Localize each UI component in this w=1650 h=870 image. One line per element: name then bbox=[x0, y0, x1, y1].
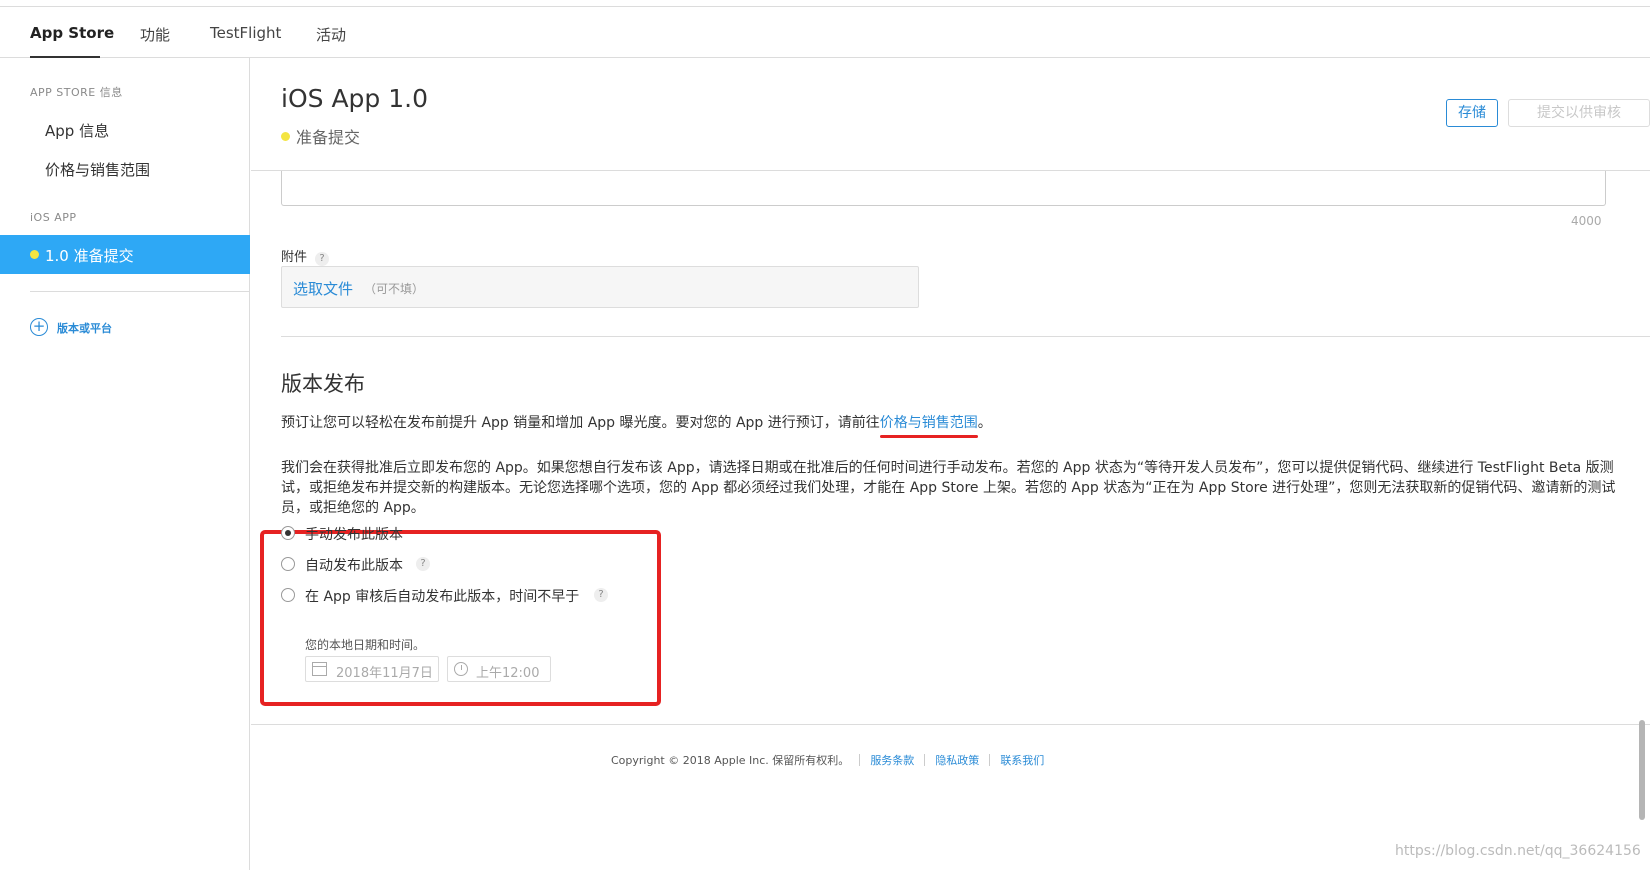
choose-file-button[interactable]: 选取文件 bbox=[293, 278, 353, 299]
scrollbar[interactable] bbox=[1639, 720, 1645, 820]
footer: Copyright © 2018 Apple Inc. 保留所有权利。 服务条款 隐… bbox=[611, 752, 1044, 768]
tab-activity[interactable]: 活动 bbox=[316, 24, 346, 45]
release-description: 我们会在获得批准后立即发布您的 App。如果您想自行发布该 App，请选择日期或… bbox=[281, 460, 1616, 516]
calendar-icon bbox=[312, 662, 327, 676]
local-time-note: 您的本地日期和时间。 bbox=[305, 638, 426, 652]
tab-features[interactable]: 功能 bbox=[140, 24, 170, 45]
attachment-label: 附件? bbox=[281, 246, 330, 266]
preorder-text: 预订让您可以轻松在发布前提升 App 销量和增加 App 曝光度。要对您的 Ap… bbox=[281, 412, 992, 432]
status-text: 准备提交 bbox=[296, 128, 361, 147]
preorder-text-before: 预订让您可以轻松在发布前提升 App 销量和增加 App 曝光度。要对您的 Ap… bbox=[281, 415, 880, 431]
char-count: 4000 bbox=[1571, 214, 1602, 228]
sidebar-item-version-1-0[interactable]: 1.0 准备提交 bbox=[0, 235, 250, 274]
pricing-link[interactable]: 价格与销售范围 bbox=[880, 415, 978, 431]
sidebar-divider bbox=[30, 291, 250, 292]
save-button[interactable]: 存储 bbox=[1446, 99, 1498, 127]
top-nav: App Store 功能 TestFlight 活动 bbox=[0, 6, 1650, 58]
radio-label: 自动发布此版本 bbox=[305, 558, 403, 574]
privacy-link[interactable]: 隐私政策 bbox=[935, 754, 979, 767]
radio-button[interactable] bbox=[281, 588, 295, 602]
tab-app-store[interactable]: App Store bbox=[30, 24, 114, 42]
attachment-label-text: 附件 bbox=[281, 250, 308, 265]
optional-hint: （可不填） bbox=[364, 282, 425, 296]
status-dot-icon bbox=[30, 250, 39, 259]
sidebar-item-app-info[interactable]: App 信息 bbox=[45, 120, 109, 141]
tab-testflight[interactable]: TestFlight bbox=[210, 24, 281, 42]
contact-link[interactable]: 联系我们 bbox=[1000, 754, 1044, 767]
add-version-label: 版本或平台 bbox=[57, 322, 112, 335]
radio-label: 手动发布此版本 bbox=[305, 527, 403, 543]
date-picker[interactable]: 2018年11月7日 bbox=[305, 656, 439, 682]
sidebar-heading-ios-app: iOS APP bbox=[30, 211, 77, 224]
preorder-text-after: 。 bbox=[977, 415, 992, 431]
plus-circle-icon: + bbox=[30, 318, 48, 336]
attachment-field: 选取文件 （可不填） bbox=[281, 266, 919, 308]
sidebar-item-version-label: 1.0 准备提交 bbox=[45, 247, 134, 265]
help-icon[interactable]: ? bbox=[315, 252, 330, 266]
date-value: 2018年11月7日 bbox=[336, 666, 433, 681]
help-icon[interactable]: ? bbox=[416, 557, 430, 571]
sidebar: APP STORE 信息 App 信息 价格与销售范围 iOS APP 1.0 … bbox=[0, 58, 250, 870]
status-dot-icon bbox=[281, 132, 290, 141]
app-store-connect-window: App Store 功能 TestFlight 活动 APP STORE 信息 … bbox=[0, 0, 1650, 870]
main-content: iOS App 1.0 准备提交 存储 提交以供审核 4000 附件? 选取文件… bbox=[251, 58, 1650, 870]
submit-for-review-button[interactable]: 提交以供审核 bbox=[1508, 99, 1650, 127]
time-picker[interactable]: 上午12:00 bbox=[447, 656, 551, 682]
footer-separator bbox=[859, 754, 861, 766]
copyright: Copyright © 2018 Apple Inc. 保留所有权利。 bbox=[611, 754, 850, 767]
watermark: https://blog.csdn.net/qq_36624156 bbox=[1395, 843, 1641, 859]
release-section-title: 版本发布 bbox=[281, 372, 365, 396]
clock-icon bbox=[454, 662, 468, 676]
notes-textarea[interactable] bbox=[281, 171, 1606, 206]
terms-link[interactable]: 服务条款 bbox=[870, 754, 914, 767]
help-icon[interactable]: ? bbox=[594, 588, 608, 602]
sidebar-heading-app-store-info: APP STORE 信息 bbox=[30, 86, 123, 99]
footer-divider bbox=[251, 724, 1650, 725]
sidebar-item-pricing[interactable]: 价格与销售范围 bbox=[45, 159, 150, 180]
radio-button[interactable] bbox=[281, 557, 295, 571]
radio-button[interactable] bbox=[281, 526, 295, 540]
radio-label: 在 App 审核后自动发布此版本，时间不早于 bbox=[305, 589, 580, 605]
footer-separator bbox=[924, 754, 926, 766]
time-value: 上午12:00 bbox=[476, 666, 540, 681]
footer-separator bbox=[989, 754, 991, 766]
status-badge: 准备提交 bbox=[281, 124, 360, 148]
page-title: iOS App 1.0 bbox=[281, 84, 428, 113]
section-divider bbox=[281, 336, 1650, 337]
